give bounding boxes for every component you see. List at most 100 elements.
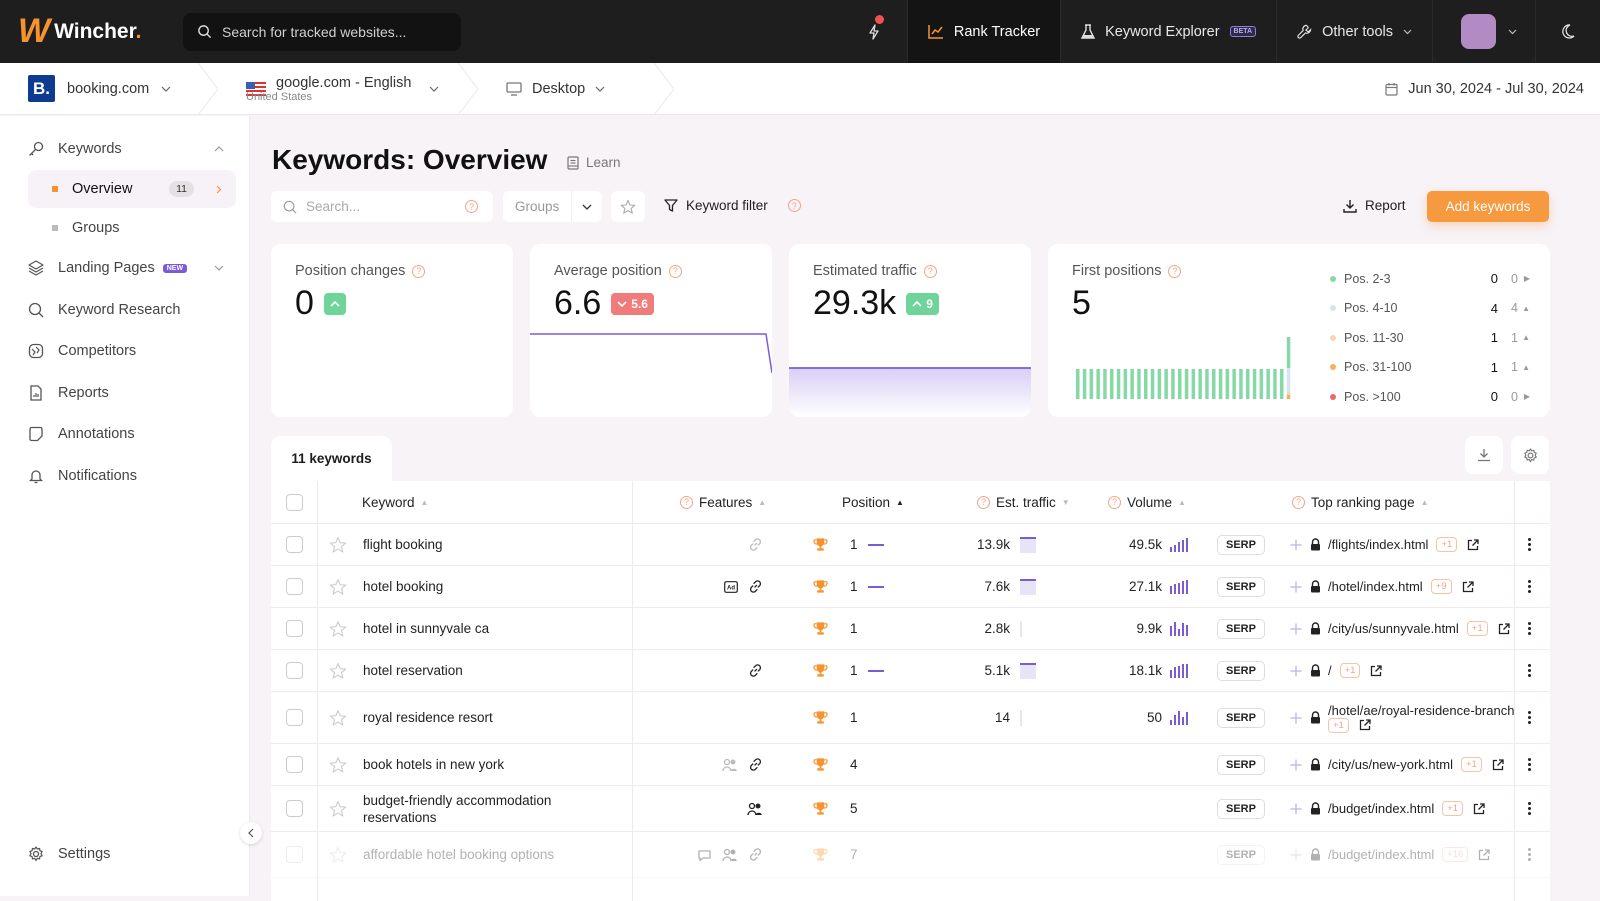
nav-rank-tracker[interactable]: Rank Tracker	[906, 0, 1061, 63]
sidebar-item-notifications[interactable]: Notifications	[28, 468, 236, 484]
favorite-star-icon[interactable]	[329, 756, 347, 774]
help-icon[interactable]: ?	[465, 200, 478, 213]
additional-pages-badge[interactable]: +1	[1466, 621, 1488, 636]
keyword-text[interactable]: book hotels in new york	[363, 756, 504, 773]
ranking-page-url[interactable]: /	[1328, 663, 1332, 678]
row-menu-icon[interactable]	[1528, 758, 1531, 771]
open-link-button[interactable]	[1478, 848, 1491, 861]
export-button[interactable]	[1465, 436, 1503, 474]
column-volume[interactable]: ? Volume ▲	[1108, 495, 1186, 510]
table-row[interactable]: affordable hotel booking options 7 SERP …	[271, 832, 1550, 878]
favorite-star-icon[interactable]	[329, 536, 347, 554]
sidebar-item-groups[interactable]: Groups	[28, 209, 236, 247]
plus-icon[interactable]	[1290, 665, 1302, 677]
serp-button[interactable]: SERP	[1217, 707, 1265, 728]
ranking-page-url[interactable]: /flights/index.html	[1328, 537, 1428, 552]
column-top-ranking-page[interactable]: ? Top ranking page ▲	[1292, 495, 1429, 510]
plus-icon[interactable]	[1290, 539, 1302, 551]
open-link-button[interactable]	[1462, 580, 1474, 593]
sidebar-item-competitors[interactable]: Competitors	[28, 343, 236, 359]
additional-pages-badge[interactable]: +1	[1328, 717, 1349, 733]
serp-button[interactable]: SERP	[1217, 534, 1265, 555]
sidebar-item-annotations[interactable]: Annotations	[28, 426, 236, 442]
table-row[interactable]: book hotels in new york 4 SERP /city/us/…	[271, 744, 1550, 786]
open-link-button[interactable]	[1492, 758, 1504, 771]
sidebar-item-settings[interactable]: Settings	[28, 846, 236, 862]
ranking-page-url[interactable]: /budget/index.html	[1328, 801, 1434, 816]
open-link-button[interactable]	[1498, 622, 1510, 635]
search-engine-selector[interactable]: google.com - English United States	[246, 63, 458, 115]
row-menu-icon[interactable]	[1528, 848, 1531, 861]
help-icon[interactable]: ?	[787, 199, 801, 212]
table-row[interactable]: hotel in sunnyvale ca 1 2.8k 9.9k SERP /…	[271, 608, 1550, 650]
select-all-checkbox[interactable]	[286, 493, 303, 511]
row-checkbox[interactable]	[286, 846, 303, 863]
favorite-star-icon[interactable]	[329, 800, 347, 818]
row-checkbox[interactable]	[286, 709, 303, 726]
keyword-text[interactable]: budget-friendly accommodation reservatio…	[363, 792, 583, 826]
sidebar-item-overview[interactable]: Overview 11	[28, 170, 236, 208]
additional-pages-badge[interactable]: +9	[1430, 579, 1452, 594]
table-settings-button[interactable]	[1511, 436, 1549, 474]
table-row[interactable]: royal residence resort 1 14 50 SERP /hot…	[271, 692, 1550, 744]
serp-button[interactable]: SERP	[1217, 576, 1265, 597]
plus-icon[interactable]	[1290, 849, 1302, 861]
date-range-picker[interactable]: Jun 30, 2024 - Jul 30, 2024	[1385, 81, 1584, 97]
account-menu[interactable]	[1432, 0, 1535, 63]
add-keywords-button[interactable]: Add keywords	[1427, 191, 1549, 222]
keyword-text[interactable]: hotel reservation	[363, 662, 463, 679]
keyword-text[interactable]: royal residence resort	[363, 709, 493, 726]
keyword-text[interactable]: flight booking	[363, 536, 443, 553]
help-icon[interactable]: ?	[1292, 495, 1305, 509]
row-checkbox[interactable]	[286, 662, 303, 679]
keyword-search[interactable]: ?	[271, 191, 493, 222]
row-menu-icon[interactable]	[1528, 538, 1531, 551]
additional-pages-badge[interactable]: +1	[1442, 801, 1464, 816]
open-link-button[interactable]	[1370, 664, 1383, 677]
learn-link[interactable]: Learn	[567, 155, 621, 170]
report-button[interactable]: Report	[1343, 198, 1406, 213]
additional-pages-badge[interactable]: +16	[1442, 847, 1469, 862]
serp-button[interactable]: SERP	[1217, 754, 1265, 775]
keyword-filter-button[interactable]: Keyword filter ?	[664, 198, 801, 213]
row-checkbox[interactable]	[286, 800, 303, 817]
favorite-star-icon[interactable]	[329, 620, 347, 638]
ranking-page-url[interactable]: /budget/index.html	[1328, 847, 1434, 862]
favorite-star-icon[interactable]	[329, 578, 347, 596]
favorite-star-icon[interactable]	[329, 846, 347, 864]
tracked-websites-search[interactable]	[183, 12, 461, 51]
favorite-star-icon[interactable]	[329, 662, 347, 680]
table-row[interactable]: hotel reservation 1 5.1k 18.1k SERP / +1	[271, 650, 1550, 692]
row-menu-icon[interactable]	[1528, 711, 1531, 724]
help-icon[interactable]: ?	[977, 495, 990, 509]
ranking-page-url[interactable]: /hotel/ae/royal-residence-branch	[1328, 703, 1514, 718]
sidebar-item-keyword-research[interactable]: Keyword Research	[28, 302, 236, 318]
avatar[interactable]	[1461, 14, 1496, 49]
sidebar-item-keywords[interactable]: Keywords	[28, 141, 236, 157]
plus-icon[interactable]	[1290, 803, 1302, 815]
serp-button[interactable]: SERP	[1217, 844, 1265, 865]
help-icon[interactable]: ?	[412, 264, 426, 278]
serp-button[interactable]: SERP	[1217, 660, 1265, 681]
tracked-websites-search-input[interactable]	[222, 23, 442, 40]
sidebar-item-landing-pages[interactable]: Landing Pages NEW	[28, 260, 236, 276]
ranking-page-url[interactable]: /city/us/new-york.html	[1328, 757, 1453, 772]
column-position[interactable]: Position ▲	[842, 495, 904, 510]
collapse-sidebar-button[interactable]	[240, 822, 262, 844]
updates-button[interactable]	[842, 0, 907, 63]
table-row[interactable]: hotel booking Ad 1 7.6k 27.1k SERP /hote…	[271, 566, 1550, 608]
nav-keyword-explorer[interactable]: Keyword Explorer BETA	[1060, 0, 1276, 63]
keyword-text[interactable]: hotel booking	[363, 578, 443, 595]
dark-mode-toggle[interactable]	[1535, 0, 1600, 63]
ranking-page-url[interactable]: /hotel/index.html	[1328, 579, 1423, 594]
column-keyword[interactable]: Keyword ▲	[362, 495, 428, 510]
favorites-filter-button[interactable]	[611, 191, 645, 222]
plus-icon[interactable]	[1290, 581, 1302, 593]
additional-pages-badge[interactable]: +1	[1436, 537, 1458, 552]
help-icon[interactable]: ?	[680, 495, 693, 509]
plus-icon[interactable]	[1290, 712, 1302, 724]
row-menu-icon[interactable]	[1528, 664, 1531, 677]
keyword-text[interactable]: affordable hotel booking options	[363, 846, 554, 863]
open-link-button[interactable]	[1467, 538, 1479, 551]
column-est-traffic[interactable]: ? Est. traffic ▼	[977, 495, 1070, 510]
